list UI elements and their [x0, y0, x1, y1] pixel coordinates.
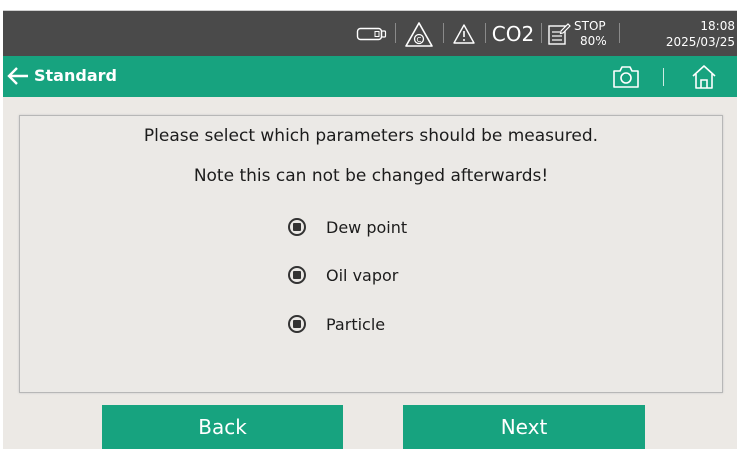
svg-text:C: C	[417, 36, 422, 44]
next-button[interactable]: Next	[403, 405, 645, 449]
instruction-text: Please select which parameters should be…	[143, 126, 599, 146]
parameter-selection-panel: Please select which parameters should be…	[19, 115, 723, 393]
clock-time: 18:08	[700, 18, 735, 33]
option-dew-point[interactable]: Dew point	[288, 215, 407, 239]
warning-icon	[449, 11, 479, 56]
page-header: Standard	[3, 56, 737, 97]
camera-icon[interactable]	[612, 63, 640, 91]
radio-selected-icon[interactable]	[288, 218, 306, 236]
radio-selected-icon[interactable]	[288, 266, 306, 284]
warning-text: Note this can not be changed afterwards!	[193, 166, 549, 186]
clock: 18:08 2025/03/25	[643, 11, 735, 56]
option-label: Particle	[326, 314, 386, 334]
battery-card-icon	[354, 11, 392, 56]
device-screen: C CO2 STOP 80% 18:08 2025/03/25 Standard…	[3, 11, 737, 449]
clock-date: 2025/03/25	[665, 34, 735, 49]
status-separator	[485, 23, 486, 43]
page-title: Standard	[34, 66, 117, 85]
status-separator	[619, 23, 620, 43]
status-separator	[443, 23, 444, 43]
home-icon[interactable]	[690, 63, 718, 91]
status-bar: C CO2 STOP 80% 18:08 2025/03/25	[3, 11, 737, 56]
status-separator	[395, 23, 396, 43]
sensor-warning-icon: C	[401, 11, 437, 56]
header-separator	[663, 68, 664, 86]
radio-selected-icon[interactable]	[288, 315, 306, 333]
stop-percent: 80%	[580, 33, 607, 48]
status-separator	[541, 23, 542, 43]
log-edit-icon	[546, 11, 572, 56]
back-arrow-icon[interactable]	[6, 64, 30, 88]
back-button[interactable]: Back	[102, 405, 343, 449]
co2-indicator: CO2	[491, 21, 535, 46]
stop-label: STOP	[574, 18, 606, 33]
option-label: Dew point	[326, 217, 408, 237]
option-label: Oil vapor	[326, 265, 399, 285]
option-particle[interactable]: Particle	[288, 312, 385, 336]
option-oil-vapor[interactable]: Oil vapor	[288, 263, 398, 287]
stop-status: STOP 80%	[574, 11, 614, 56]
